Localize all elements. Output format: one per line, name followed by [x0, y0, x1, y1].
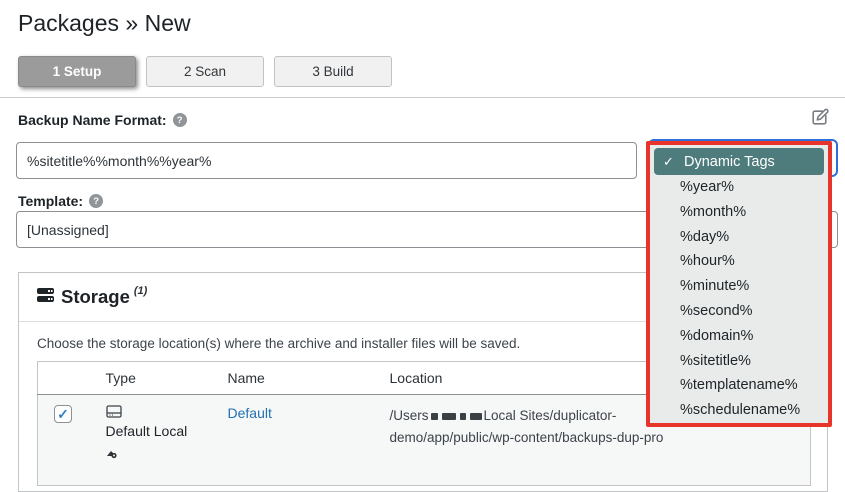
redacted-text-block — [441, 413, 456, 420]
dropdown-option[interactable]: %second% — [654, 299, 824, 324]
checkbox-check-icon: ✓ — [57, 406, 69, 422]
header-name: Name — [219, 361, 382, 395]
dynamic-tags-options: %year% %month% %day% %hour% %minute% %second%… — [654, 175, 824, 423]
location-line1-tail: Local Sites/duplicator- — [483, 408, 617, 423]
drive-icon — [105, 405, 122, 418]
tab-build[interactable]: 3 Build — [274, 56, 392, 87]
storage-type-cell: Default Local — [106, 405, 202, 471]
tab-scan[interactable]: 2 Scan — [146, 56, 264, 87]
storage-count-badge: (1) — [133, 285, 148, 297]
backup-name-input[interactable] — [16, 142, 637, 179]
edit-pencil-icon — [809, 107, 830, 133]
redacted-text-block — [459, 413, 466, 420]
local-storage-flag-icon — [106, 441, 122, 468]
storage-title: Storage — [61, 286, 130, 307]
step-tabs: 1 Setup 2 Scan 3 Build — [18, 56, 392, 87]
location-redacted-blocks — [429, 408, 484, 423]
location-line2: demo/app/public/wp-content/backups-dup-p… — [389, 429, 664, 445]
storage-row-checkbox[interactable]: ✓ — [54, 405, 72, 423]
template-selected-value: [Unassigned] — [27, 221, 109, 238]
location-prefix: /Users — [389, 408, 429, 423]
selected-check-icon: ✓ — [663, 153, 674, 169]
header-checkbox-col — [37, 361, 98, 395]
template-label-row: Template: ? — [18, 193, 104, 209]
dropdown-option[interactable]: %domain% — [654, 324, 824, 349]
page-title: Packages » New — [18, 10, 191, 36]
dropdown-option[interactable]: %month% — [654, 200, 824, 225]
dropdown-option[interactable]: %templatename% — [654, 373, 824, 398]
backup-name-label-row: Backup Name Format: ? — [18, 112, 187, 128]
edit-button[interactable] — [807, 108, 831, 132]
dropdown-option[interactable]: %minute% — [654, 274, 824, 299]
dropdown-option[interactable]: %hour% — [654, 249, 824, 274]
storage-name-link[interactable]: Default — [228, 405, 272, 421]
tab-setup[interactable]: 1 Setup — [18, 56, 136, 87]
dropdown-option[interactable]: %year% — [654, 175, 824, 200]
dropdown-option[interactable]: %schedulename% — [654, 398, 824, 423]
redacted-text-block — [469, 413, 482, 420]
storage-server-icon — [37, 287, 54, 308]
dynamic-tags-dropdown: ✓ Dynamic Tags %year% %month% %day% %hour%%… — [646, 141, 832, 427]
backup-name-help-icon[interactable]: ? — [172, 113, 187, 127]
template-label: Template: — [18, 193, 84, 209]
header-type: Type — [97, 361, 220, 395]
dropdown-option[interactable]: %day% — [654, 225, 824, 250]
header-divider — [0, 97, 845, 98]
backup-name-label: Backup Name Format: — [18, 112, 167, 128]
dropdown-option[interactable]: %sitetitle% — [654, 349, 824, 374]
dropdown-option-selected[interactable]: ✓ Dynamic Tags — [654, 148, 824, 175]
selected-option-label: Dynamic Tags — [684, 153, 775, 170]
redacted-text-block — [430, 413, 438, 420]
template-help-icon[interactable]: ? — [89, 194, 104, 208]
